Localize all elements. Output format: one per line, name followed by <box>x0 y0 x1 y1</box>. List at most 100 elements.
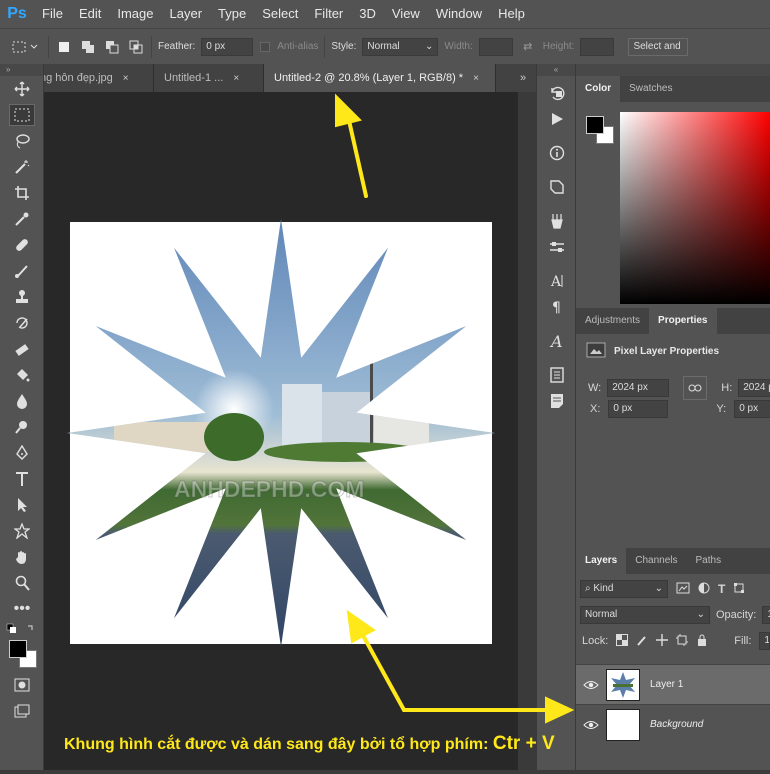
3d-layers-icon[interactable] <box>537 174 577 200</box>
crop-tool[interactable] <box>0 180 44 206</box>
y-field[interactable]: 0 px <box>734 400 770 418</box>
brush-settings-icon[interactable] <box>537 208 577 234</box>
height-field[interactable]: 2024 px <box>738 379 770 397</box>
actions-play-icon[interactable] <box>537 106 577 132</box>
eyedropper-tool[interactable] <box>0 206 44 232</box>
x-field[interactable]: 0 px <box>608 400 669 418</box>
eye-icon[interactable] <box>576 720 606 730</box>
antialias-checkbox[interactable] <box>259 38 271 56</box>
layer-row[interactable]: Background <box>576 704 770 744</box>
filter-adjustment-icon[interactable] <box>698 582 710 597</box>
menu-view[interactable]: View <box>384 0 428 28</box>
fill-field[interactable]: 10 <box>759 632 770 650</box>
menu-3d[interactable]: 3D <box>351 0 384 28</box>
filter-type-icon[interactable]: T <box>718 582 725 596</box>
brush-tool[interactable] <box>0 258 44 284</box>
width-input[interactable] <box>478 37 513 56</box>
history-icon[interactable] <box>537 80 577 106</box>
add-selection-icon[interactable] <box>79 38 97 56</box>
hand-tool[interactable] <box>0 544 44 570</box>
magic-wand-tool[interactable] <box>0 154 44 180</box>
path-selection-tool[interactable] <box>0 492 44 518</box>
tab-adjustments[interactable]: Adjustments <box>576 308 649 334</box>
tab-layers[interactable]: Layers <box>576 548 627 574</box>
select-and-mask-button[interactable]: Select and <box>628 37 689 56</box>
healing-brush-tool[interactable] <box>0 232 44 258</box>
tab-channels[interactable]: Channels <box>626 548 686 574</box>
marquee-preset-icon[interactable] <box>8 38 42 56</box>
more-tabs-icon[interactable]: » <box>510 64 536 92</box>
link-icon[interactable] <box>683 376 708 400</box>
clone-stamp-tool[interactable] <box>0 284 44 310</box>
subtract-selection-icon[interactable] <box>103 38 121 56</box>
move-tool[interactable] <box>0 76 44 102</box>
panel-grip[interactable] <box>576 64 770 76</box>
layer-row[interactable]: Layer 1 <box>576 664 770 704</box>
close-icon[interactable]: × <box>233 73 239 84</box>
eraser-tool[interactable] <box>0 336 44 362</box>
notes-icon[interactable] <box>537 388 577 414</box>
intersect-selection-icon[interactable] <box>127 38 145 56</box>
color-swatches[interactable] <box>0 622 43 668</box>
close-icon[interactable]: × <box>123 73 129 84</box>
dodge-tool[interactable] <box>0 414 44 440</box>
blur-tool[interactable] <box>0 388 44 414</box>
tab-document-2[interactable]: Untitled-1 ... × <box>154 64 264 92</box>
edit-toolbar-button[interactable]: ••• <box>0 596 44 622</box>
paragraph-icon[interactable]: ¶ <box>537 294 577 320</box>
panel-grip[interactable]: » <box>0 64 43 76</box>
tab-properties[interactable]: Properties <box>649 308 717 334</box>
tab-document-3[interactable]: Untitled-2 @ 20.8% (Layer 1, RGB/8) * × <box>264 64 496 92</box>
screen-mode-button[interactable] <box>0 698 44 724</box>
tab-swatches[interactable]: Swatches <box>620 76 681 102</box>
filter-pixel-icon[interactable] <box>676 582 690 597</box>
color-spectrum-picker[interactable] <box>620 112 770 304</box>
tab-document-1[interactable]: ng hôn đẹp.jpg × <box>44 64 154 92</box>
document-canvas[interactable]: ANHDEPHD.COM <box>44 92 518 770</box>
filter-kind-select[interactable]: ⌕ Kind ⌄ <box>580 580 668 598</box>
history-brush-tool[interactable] <box>0 310 44 336</box>
marquee-tool[interactable] <box>0 102 44 128</box>
close-icon[interactable]: × <box>473 73 479 84</box>
opacity-field[interactable]: 10 <box>762 606 770 624</box>
lock-position-icon[interactable] <box>656 633 669 649</box>
menu-help[interactable]: Help <box>490 0 533 28</box>
quick-mask-button[interactable] <box>0 672 44 698</box>
blend-mode-select[interactable]: Normal ⌄ <box>580 606 710 624</box>
menu-select[interactable]: Select <box>254 0 306 28</box>
lock-image-icon[interactable] <box>636 634 648 649</box>
character-icon[interactable]: A <box>537 268 577 294</box>
lasso-tool[interactable] <box>0 128 44 154</box>
vertical-scrollbar[interactable] <box>518 92 536 770</box>
canvas-workspace[interactable]: ANHDEPHD.COM <box>44 92 518 770</box>
filter-shape-icon[interactable] <box>733 582 745 597</box>
menu-filter[interactable]: Filter <box>306 0 351 28</box>
new-selection-icon[interactable] <box>55 38 73 56</box>
panel-grip[interactable]: « <box>537 64 575 76</box>
width-field[interactable]: 2024 px <box>607 379 670 397</box>
zoom-tool[interactable] <box>0 570 44 596</box>
photoshop-logo[interactable]: Ps <box>0 0 34 28</box>
paint-bucket-tool[interactable] <box>0 362 44 388</box>
color-fg-swatch[interactable] <box>586 116 604 134</box>
height-input[interactable] <box>580 37 615 56</box>
swap-icon[interactable]: ⇄ <box>519 38 537 56</box>
libraries-icon[interactable] <box>537 362 577 388</box>
lock-transparent-icon[interactable] <box>616 633 629 649</box>
tab-color[interactable]: Color <box>576 76 621 102</box>
menu-layer[interactable]: Layer <box>162 0 211 28</box>
menu-type[interactable]: Type <box>210 0 254 28</box>
menu-edit[interactable]: Edit <box>71 0 109 28</box>
menu-window[interactable]: Window <box>428 0 490 28</box>
custom-shape-tool[interactable] <box>0 518 44 544</box>
lock-artboard-icon[interactable] <box>676 633 689 649</box>
style-select[interactable]: Normal ⌄ <box>362 37 439 56</box>
type-tool[interactable] <box>0 466 44 492</box>
pen-tool[interactable] <box>0 440 44 466</box>
tab-paths[interactable]: Paths <box>687 548 731 574</box>
menu-file[interactable]: File <box>34 0 71 28</box>
foreground-color-swatch[interactable] <box>9 640 27 658</box>
feather-input[interactable]: 0 px <box>201 37 254 56</box>
eye-icon[interactable] <box>576 680 606 690</box>
tool-presets-icon[interactable] <box>537 234 577 260</box>
